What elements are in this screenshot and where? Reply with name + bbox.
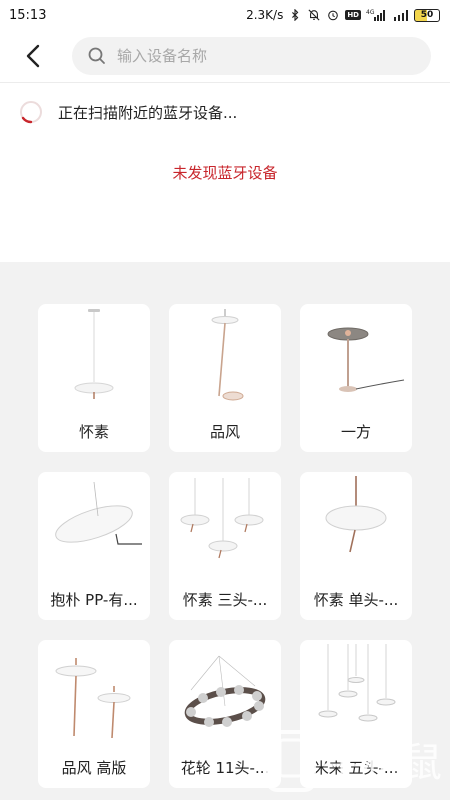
- back-icon[interactable]: [20, 42, 48, 70]
- alarm-icon: [328, 10, 339, 21]
- bluetooth-icon: [292, 9, 299, 21]
- product-name: 抱朴 PP-有...: [50, 591, 138, 609]
- loading-spinner-icon: [20, 101, 42, 124]
- product-name: 怀素 单头-...: [313, 591, 399, 609]
- product-card[interactable]: 品风 高版: [38, 640, 150, 788]
- header: [0, 30, 450, 83]
- battery-icon: 50: [414, 8, 440, 22]
- product-card[interactable]: 怀素 三头-...: [169, 472, 281, 620]
- product-name: 品风 高版: [61, 759, 127, 777]
- signal-2-icon: [394, 10, 408, 21]
- triple-pendant-icon: [180, 478, 264, 559]
- svg-text:手机鼠: 手机鼠: [322, 740, 442, 786]
- single-pendant-icon: [325, 476, 387, 553]
- product-card[interactable]: 怀素 单头-...: [300, 472, 412, 620]
- scan-status-text: 正在扫描附近的蓝牙设备...: [58, 103, 238, 122]
- product-name: 品风: [209, 423, 240, 441]
- product-card[interactable]: 一方: [300, 304, 412, 452]
- product-card[interactable]: 怀素: [38, 304, 150, 452]
- watermark-logo: 手机鼠: [266, 730, 442, 792]
- mute-bell-icon: [308, 9, 320, 21]
- net-speed: 2.3K/s: [246, 8, 284, 22]
- no-device-text: 未发现蓝牙设备: [172, 164, 278, 182]
- svg-text:4G: 4G: [366, 9, 375, 16]
- product-card[interactable]: 品风: [169, 304, 281, 452]
- tall-floor-lamp-icon: [55, 658, 131, 739]
- product-card[interactable]: 抱朴 PP-有...: [38, 472, 150, 620]
- pendant-lamp-icon: [74, 309, 114, 399]
- product-name: 一方: [340, 423, 371, 441]
- table-lamp-icon: [327, 327, 405, 392]
- search-input[interactable]: [117, 47, 417, 65]
- search-icon: [88, 47, 105, 64]
- signal-icon: 4G: [366, 9, 385, 21]
- product-grid: 怀素 品风 一方 抱朴 PP-有... 怀素 三头-... 怀素 单头-... …: [0, 262, 450, 800]
- product-name: 怀素 三头-...: [182, 591, 268, 609]
- scan-status: 正在扫描附近的蓝牙设备...: [19, 100, 237, 124]
- search-box[interactable]: [72, 37, 431, 75]
- hd-icon: HD: [345, 10, 361, 20]
- status-time: 15:13: [9, 7, 47, 23]
- status-icons: 2.3K/s HD 4G 50: [246, 8, 440, 22]
- status-bar: 15:13 2.3K/s HD 4G 50: [0, 0, 450, 30]
- product-name: 怀素: [78, 423, 109, 441]
- disc-lamp-icon: [55, 481, 142, 545]
- floor-lamp-icon: [211, 309, 244, 401]
